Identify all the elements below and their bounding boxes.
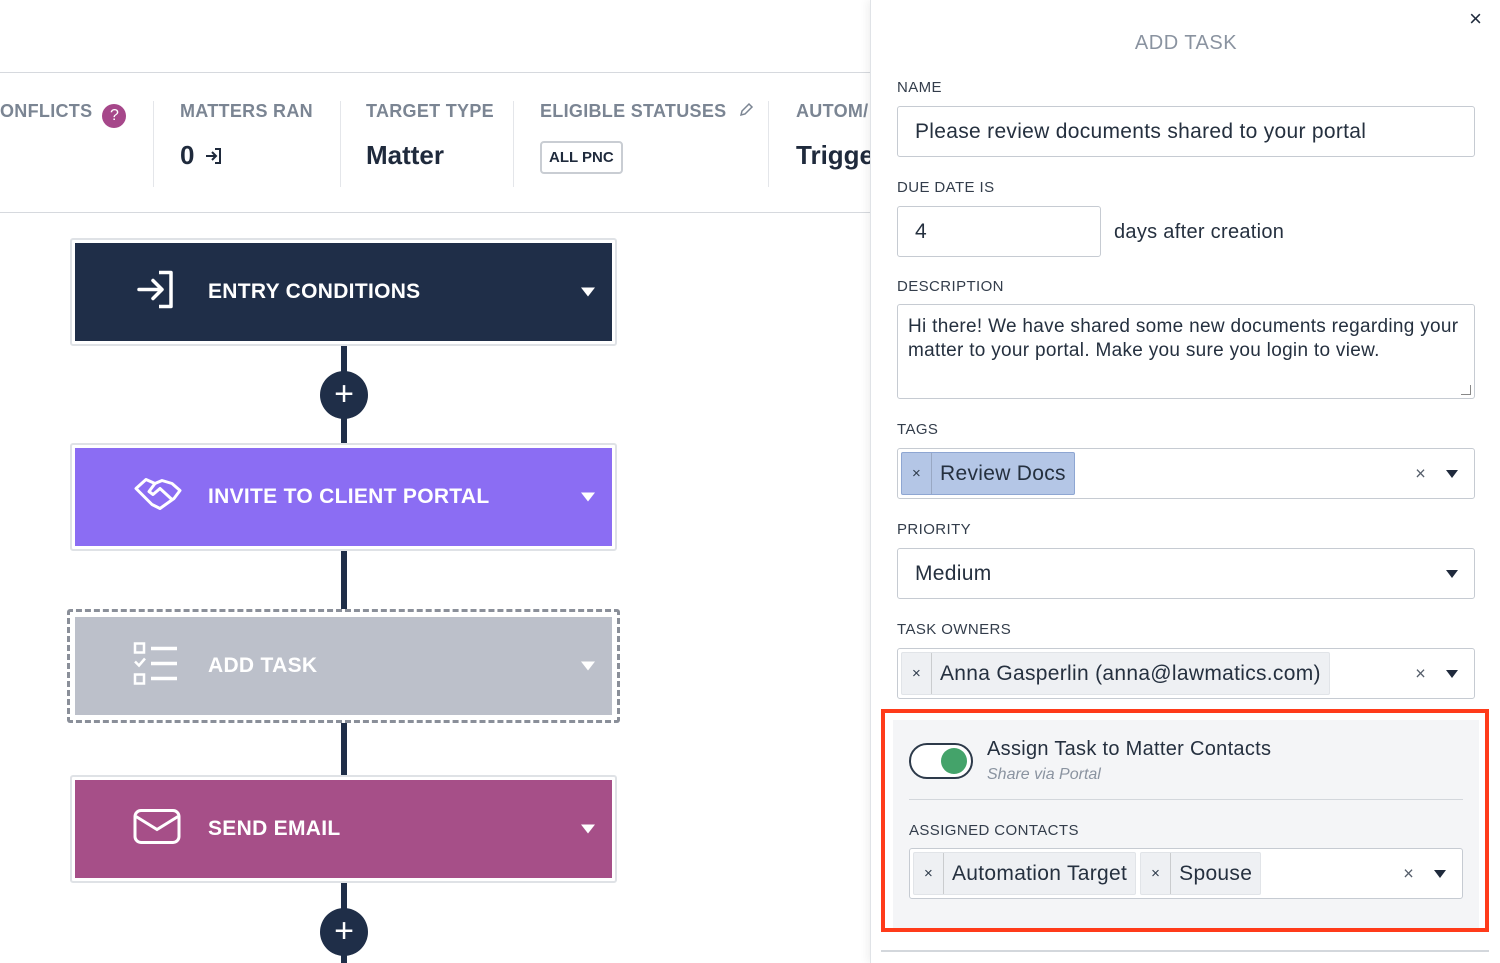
help-icon[interactable]: ? (102, 104, 127, 128)
chevron-down-icon[interactable] (581, 287, 595, 297)
add-task-card[interactable]: ADD TASK (67, 609, 620, 723)
due-date-label: DUE DATE IS (897, 179, 995, 196)
owner-chip: × Anna Gasperlin (anna@lawmatics.com) (901, 652, 1330, 695)
chevron-down-icon[interactable] (581, 824, 595, 834)
pencil-icon[interactable] (738, 102, 754, 123)
automation-value: Trigge (796, 140, 870, 170)
card-title: ENTRY CONDITIONS (208, 280, 421, 303)
workflow-canvas: ONFLICTS? MATTERS RAN 0 TARGET TYPE Matt… (0, 0, 870, 963)
stat-conflicts: ONFLICTS? (0, 101, 127, 128)
matters-ran-count: 0 (180, 140, 195, 170)
chevron-down-icon[interactable] (1446, 469, 1458, 478)
description-label: DESCRIPTION (897, 278, 1004, 295)
enter-icon[interactable] (204, 142, 224, 173)
due-date-suffix: days after creation (1114, 221, 1285, 243)
remove-owner-icon[interactable]: × (902, 653, 932, 694)
flow-connector (341, 722, 347, 777)
chevron-down-icon[interactable] (581, 661, 595, 671)
stat-eligible-statuses: ELIGIBLE STATUSES ALL PNC (540, 101, 754, 174)
handshake-icon (133, 475, 183, 520)
flow-connector (341, 550, 347, 610)
due-days-field[interactable]: 4 (897, 206, 1101, 257)
conflicts-label: ONFLICTS (0, 101, 93, 121)
panel-title: ADD TASK (1134, 32, 1238, 54)
add-task-panel: × ADD TASK NAME Please review documents … (870, 0, 1500, 963)
remove-tag-icon[interactable]: × (902, 453, 932, 494)
chevron-down-icon[interactable] (581, 492, 595, 502)
tags-select[interactable]: × Review Docs × (897, 448, 1475, 499)
envelope-icon (133, 809, 181, 850)
tag-chip: × Review Docs (901, 452, 1075, 495)
stat-divider (153, 101, 154, 187)
task-owners-label: TASK OWNERS (897, 621, 1012, 638)
name-field[interactable]: Please review documents shared to your p… (897, 106, 1475, 157)
resize-grip-icon[interactable] (1461, 385, 1471, 395)
target-type-value: Matter (366, 140, 445, 170)
eligible-statuses-text: ELIGIBLE STATUSES (540, 101, 727, 121)
close-icon[interactable]: × (1469, 6, 1482, 32)
stat-divider (340, 101, 341, 187)
tag-chip-label: Review Docs (940, 461, 1066, 485)
checklist-icon (133, 641, 179, 692)
tags-label: TAGS (897, 421, 939, 438)
invite-client-portal-card[interactable]: INVITE TO CLIENT PORTAL (70, 443, 617, 551)
owner-chip-label: Anna Gasperlin (anna@lawmatics.com) (940, 661, 1321, 685)
add-step-button[interactable]: + (320, 908, 368, 956)
priority-label: PRIORITY (897, 521, 972, 538)
target-type-label: TARGET TYPE (366, 101, 494, 121)
card-body: ADD TASK (75, 617, 612, 715)
description-value: Hi there! We have shared some new docume… (908, 316, 1459, 361)
stat-automation: AUTOM/ Trigge (796, 101, 870, 171)
panel-divider (881, 950, 1489, 952)
card-title: ADD TASK (208, 654, 318, 677)
stat-matters-ran: MATTERS RAN 0 (180, 101, 313, 173)
stat-divider (768, 101, 769, 187)
chevron-down-icon[interactable] (1446, 569, 1458, 578)
clear-icon[interactable]: × (1415, 663, 1426, 684)
card-title: INVITE TO CLIENT PORTAL (208, 485, 490, 508)
description-field[interactable]: Hi there! We have shared some new docume… (897, 304, 1475, 399)
entry-conditions-card[interactable]: ENTRY CONDITIONS (70, 238, 617, 346)
stat-target-type: TARGET TYPE Matter (366, 101, 494, 171)
clear-icon[interactable]: × (1415, 463, 1426, 484)
matters-ran-label: MATTERS RAN (180, 101, 313, 121)
chevron-down-icon[interactable] (1446, 669, 1458, 678)
automation-label: AUTOM/ (796, 101, 869, 121)
due-days-value: 4 (915, 219, 927, 243)
card-body: ENTRY CONDITIONS (75, 243, 612, 341)
status-badge: ALL PNC (540, 141, 623, 174)
card-body: SEND EMAIL (75, 780, 612, 878)
name-label: NAME (897, 79, 942, 96)
eligible-statuses-label: ELIGIBLE STATUSES (540, 101, 754, 123)
task-owners-select[interactable]: × Anna Gasperlin (anna@lawmatics.com) × (897, 648, 1475, 699)
priority-value: Medium (915, 561, 992, 585)
highlight-frame (881, 709, 1489, 932)
enter-icon (133, 267, 179, 318)
matters-ran-value[interactable]: 0 (180, 140, 313, 173)
stat-divider (513, 101, 514, 187)
name-value: Please review documents shared to your p… (915, 119, 1367, 143)
priority-select[interactable]: Medium (897, 548, 1475, 599)
card-body: INVITE TO CLIENT PORTAL (75, 448, 612, 546)
add-step-button[interactable]: + (320, 371, 368, 419)
send-email-card[interactable]: SEND EMAIL (70, 775, 617, 883)
automation-stats-bar: ONFLICTS? MATTERS RAN 0 TARGET TYPE Matt… (0, 72, 870, 213)
card-title: SEND EMAIL (208, 817, 341, 840)
